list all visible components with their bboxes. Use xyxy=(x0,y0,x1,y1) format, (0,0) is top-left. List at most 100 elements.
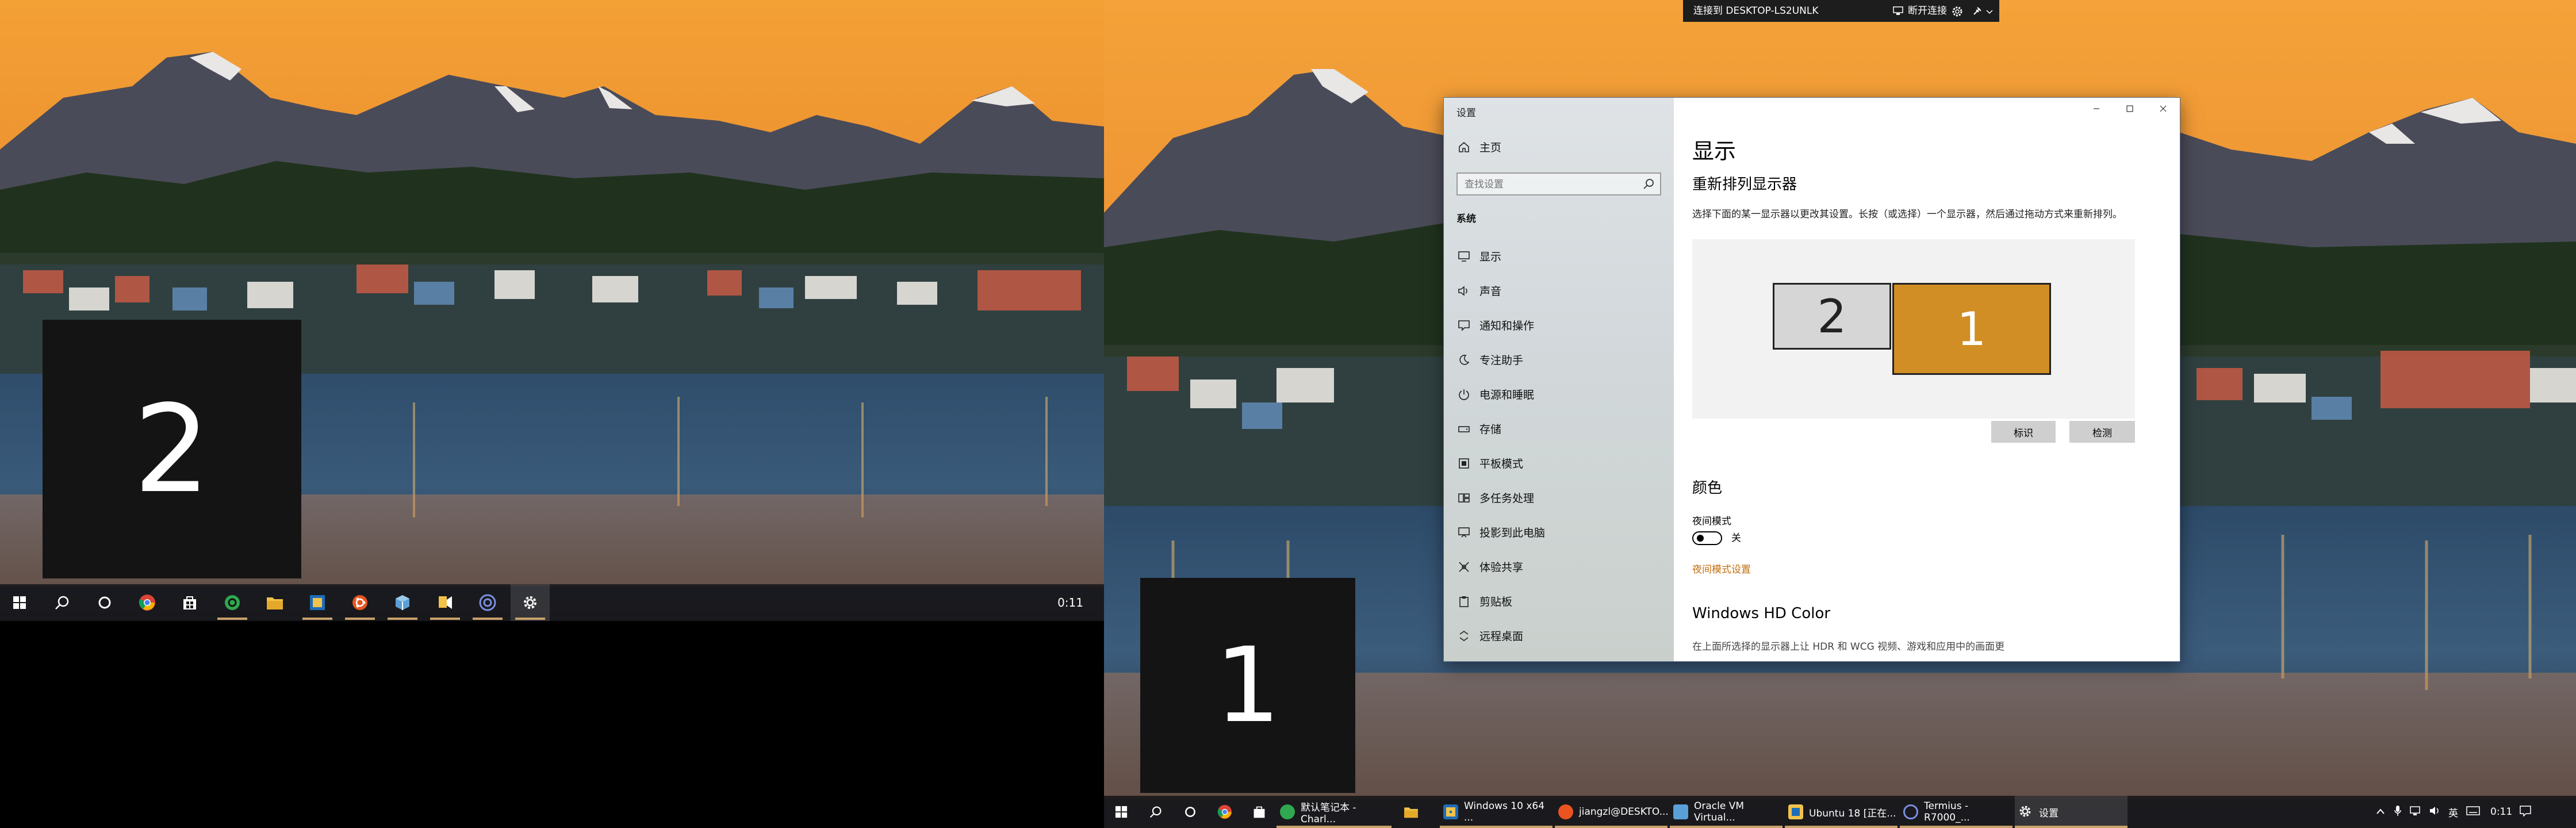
minimize-icon xyxy=(2094,108,2099,109)
nav-item-label: 声音 xyxy=(1479,285,1502,298)
terminus-icon[interactable] xyxy=(468,584,507,621)
nav-item-project[interactable]: 投影到此电脑 xyxy=(1456,524,1545,540)
night-light-label: 夜间模式 xyxy=(1692,516,1731,527)
file-explorer-icon[interactable] xyxy=(1394,796,1428,828)
settings-main-pane: 显示 重新排列显示器 选择下面的某一显示器以更改其设置。长按（或选择）一个显示器… xyxy=(1674,98,2180,661)
nav-home[interactable]: 主页 xyxy=(1456,139,1501,155)
rdp-menu-icon[interactable] xyxy=(1985,5,1994,18)
disconnect-icon xyxy=(1893,6,1903,15)
rdp-pin-icon[interactable] xyxy=(1971,5,1983,18)
virtualbox-window-icon xyxy=(1443,804,1458,819)
volume-icon[interactable] xyxy=(2429,806,2440,819)
chrome-icon[interactable] xyxy=(128,584,167,621)
system-tray: 英 0:11 xyxy=(2376,796,2532,828)
task-label: Windows 10 x64 ... xyxy=(1464,800,1545,823)
network-icon[interactable] xyxy=(2409,806,2421,819)
chevron-up-icon[interactable] xyxy=(2376,806,2385,818)
search-icon[interactable] xyxy=(43,584,82,621)
nav-item-shared-experiences[interactable]: 体验共享 xyxy=(1456,559,1523,574)
display-tile-2[interactable]: 2 xyxy=(1773,283,1891,350)
display-identify-overlay-2: 2 xyxy=(43,320,301,578)
project-icon xyxy=(1456,525,1471,540)
identify-button[interactable]: 标识 xyxy=(1991,421,2056,443)
nav-item-notifications[interactable]: 通知和操作 xyxy=(1456,317,1534,333)
ime-indicator[interactable]: 英 xyxy=(2448,805,2458,819)
microphone-icon[interactable] xyxy=(2394,805,2401,819)
windows-start-icon[interactable] xyxy=(0,584,39,621)
settings-gear-icon xyxy=(2018,804,2033,819)
keyboard-icon[interactable] xyxy=(2466,806,2480,818)
nav-item-label: 通知和操作 xyxy=(1479,320,1535,332)
taskbar-clock-right[interactable]: 0:11 xyxy=(2490,806,2512,818)
sticky-tool-icon[interactable] xyxy=(425,584,465,621)
ubuntu-icon[interactable] xyxy=(340,584,379,621)
virtualbox-icon[interactable] xyxy=(383,584,422,621)
task-label: 设置 xyxy=(2039,807,2058,819)
windows-start-icon[interactable] xyxy=(1104,796,1138,828)
moon-icon xyxy=(1456,352,1471,367)
search-input[interactable] xyxy=(1463,176,1638,193)
close-icon xyxy=(2160,105,2167,112)
virtualbox-window-icon xyxy=(1788,804,1803,819)
task-label: Oracle VM Virtual... xyxy=(1694,800,1745,823)
task-button-3[interactable]: Oracle VM Virtual... xyxy=(1670,796,1782,828)
file-explorer-icon[interactable] xyxy=(255,584,294,621)
store-icon[interactable] xyxy=(1242,796,1276,828)
window-title: 设置 xyxy=(1456,108,1476,119)
settings-search[interactable] xyxy=(1456,172,1661,195)
search-icon[interactable] xyxy=(1643,178,1654,190)
nav-item-display[interactable]: 显示 xyxy=(1456,248,1501,264)
tablet-icon xyxy=(1456,456,1471,471)
green-app-icon xyxy=(1280,804,1295,819)
rdp-settings-icon[interactable] xyxy=(1951,5,1964,18)
nav-item-storage[interactable]: 存储 xyxy=(1456,421,1501,436)
color-heading: 颜色 xyxy=(1692,480,1723,497)
hdr-heading: Windows HD Color xyxy=(1692,605,1831,622)
notification-center-icon[interactable] xyxy=(2519,805,2532,819)
nav-item-label: 存储 xyxy=(1479,423,1502,436)
nav-item-clipboard[interactable]: 剪贴板 xyxy=(1456,593,1512,609)
green-app-icon[interactable] xyxy=(213,584,252,621)
nav-item-tablet[interactable]: 平板模式 xyxy=(1456,455,1523,471)
share-icon xyxy=(1456,559,1471,574)
task-label: 默认笔记本 - Charl... xyxy=(1301,802,1356,825)
nav-item-label: 体验共享 xyxy=(1479,561,1524,574)
nav-item-power[interactable]: 电源和睡眠 xyxy=(1456,386,1534,402)
cortana-icon[interactable] xyxy=(85,584,124,621)
ubuntu-icon xyxy=(1558,804,1573,819)
nav-item-label: 投影到此电脑 xyxy=(1479,527,1546,539)
close-button[interactable] xyxy=(2146,98,2180,120)
minimize-button[interactable] xyxy=(2080,98,2113,120)
task-button-4[interactable]: Ubuntu 18 [正在... xyxy=(1785,796,1897,828)
virtualbox-window-icon[interactable] xyxy=(298,584,337,621)
task-button-2[interactable]: jiangzl@DESKTO... xyxy=(1555,796,1669,828)
nav-item-label: 专注助手 xyxy=(1479,354,1524,367)
chrome-icon[interactable] xyxy=(1208,796,1242,828)
nav-item-focus-assist[interactable]: 专注助手 xyxy=(1456,352,1523,367)
hdr-description: 在上面所选择的显示器上让 HDR 和 WCG 视频、游戏和应用中的画面更 xyxy=(1692,641,2005,653)
home-icon xyxy=(1456,140,1471,155)
multitask-icon xyxy=(1456,490,1471,505)
nav-item-multitasking[interactable]: 多任务处理 xyxy=(1456,490,1534,505)
night-light-settings-link[interactable]: 夜间模式设置 xyxy=(1692,561,1751,576)
taskbar-right: 默认笔记本 - Charl... Windows 10 x64 ... jian… xyxy=(1104,796,2576,828)
night-light-toggle[interactable] xyxy=(1692,531,1722,545)
toggle-knob xyxy=(1697,535,1704,542)
rdp-disconnect-button[interactable]: 断开连接 xyxy=(1893,0,1947,22)
page-title: 显示 xyxy=(1692,139,1736,164)
task-button-6[interactable]: 设置 xyxy=(2015,796,2128,828)
detect-button[interactable]: 检测 xyxy=(2069,421,2135,443)
cortana-icon[interactable] xyxy=(1173,796,1208,828)
nav-item-remote-desktop[interactable]: 远程桌面 xyxy=(1456,628,1523,643)
arrange-displays-heading: 重新排列显示器 xyxy=(1692,176,1797,193)
taskbar-clock-left[interactable]: 0:11 xyxy=(1057,584,1083,621)
store-icon[interactable] xyxy=(170,584,209,621)
nav-item-sound[interactable]: 声音 xyxy=(1456,283,1501,298)
search-icon[interactable] xyxy=(1138,796,1173,828)
task-button-1[interactable]: Windows 10 x64 ... xyxy=(1440,796,1552,828)
maximize-button[interactable] xyxy=(2113,98,2146,120)
display-tile-1[interactable]: 1 xyxy=(1892,283,2051,375)
settings-gear-icon[interactable] xyxy=(511,584,550,621)
task-button-5[interactable]: Termius - R7000_... xyxy=(1900,796,2012,828)
task-button-0[interactable]: 默认笔记本 - Charl... xyxy=(1276,796,1392,828)
